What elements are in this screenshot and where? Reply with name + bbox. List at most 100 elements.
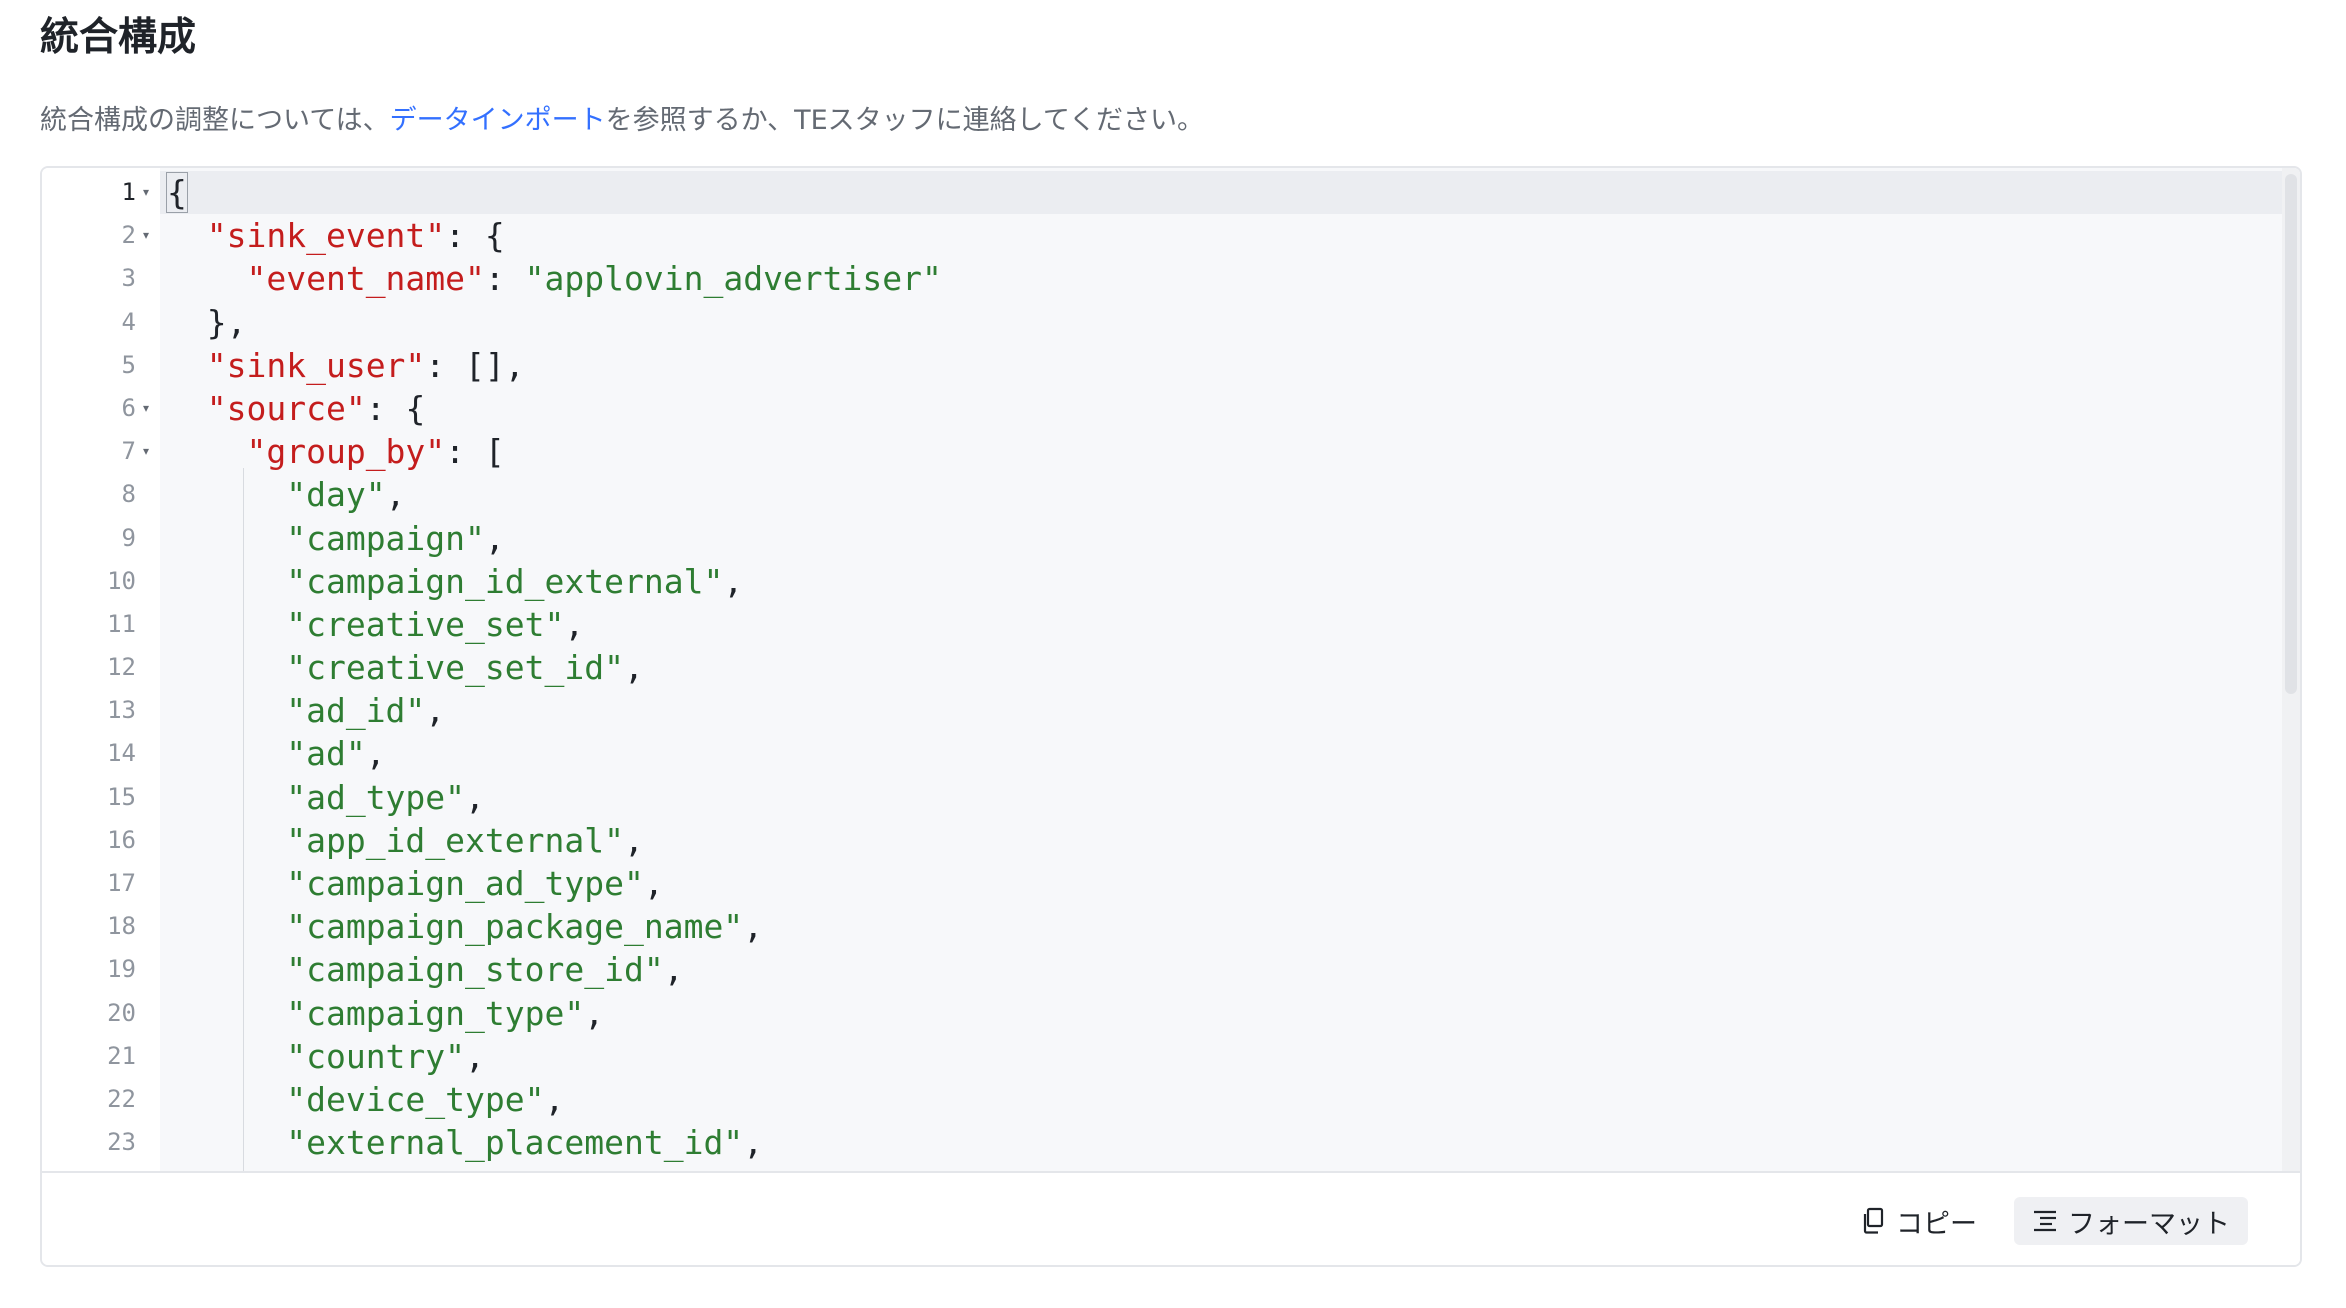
line-number: 12	[107, 653, 136, 682]
code-text: "sink_user": [],	[167, 344, 525, 387]
code-text: },	[167, 301, 247, 344]
json-string: "ad_type"	[286, 777, 466, 817]
scrollbar-thumb[interactable]	[2285, 174, 2297, 694]
line-number: 11	[107, 609, 136, 638]
code-text: "campaign_type",	[167, 992, 604, 1035]
fold-toggle-icon[interactable]: ▾	[139, 401, 153, 415]
json-string: "day"	[286, 475, 386, 515]
code-text: "day",	[167, 473, 405, 516]
code-text: "group_by": [	[167, 430, 505, 473]
line-number: 15	[107, 782, 136, 811]
code-line[interactable]: 11 "creative_set",	[42, 603, 2282, 646]
fold-toggle-icon[interactable]: ▾	[139, 228, 153, 242]
json-punctuation: ,	[564, 604, 585, 644]
json-punctuation: : [	[445, 432, 505, 472]
copy-button[interactable]: コピー	[1842, 1197, 1995, 1245]
json-string: "creative_set"	[286, 604, 565, 644]
code-text: "creative_set",	[167, 603, 584, 646]
code-text: "campaign_store_id",	[167, 948, 684, 991]
code-line[interactable]: 6 ▾ "source": {	[42, 387, 2282, 430]
json-punctuation: ,	[663, 950, 684, 990]
code-text: "country",	[167, 1035, 485, 1078]
line-number: 9	[121, 523, 136, 552]
code-text: "app_id_external",	[167, 819, 644, 862]
json-punctuation: ,	[643, 864, 664, 903]
json-string: "device_type"	[286, 1079, 545, 1119]
fold-toggle-icon[interactable]: ▾	[139, 444, 153, 458]
code-line[interactable]: 7 ▾ "group_by": [	[42, 430, 2282, 473]
code-line[interactable]: 4 },	[42, 301, 2282, 344]
json-punctuation: ,	[365, 734, 386, 774]
json-string: "campaign_id_external"	[286, 561, 724, 601]
line-number: 20	[107, 998, 136, 1027]
code-line[interactable]: 16 "app_id_external",	[42, 819, 2282, 862]
code-text: "campaign_id_external",	[167, 560, 743, 603]
format-button[interactable]: フォーマット	[2014, 1197, 2248, 1245]
code-line[interactable]: 22 "device_type",	[42, 1078, 2282, 1121]
json-string: "external_placement_id"	[286, 1123, 744, 1163]
json-key: "source"	[206, 388, 366, 428]
json-string: "ad_id"	[286, 691, 426, 731]
code-line[interactable]: 19 "campaign_store_id",	[42, 948, 2282, 991]
json-punctuation: ,	[723, 561, 744, 601]
json-punctuation: :	[484, 259, 525, 299]
code-line[interactable]: 5 "sink_user": [],	[42, 344, 2282, 387]
code-line[interactable]: 8 "day",	[42, 473, 2282, 516]
json-punctuation: : [],	[425, 345, 525, 385]
line-number: 16	[107, 825, 136, 854]
code-line[interactable]: 15 "ad_type",	[42, 776, 2282, 819]
json-key: "sink_event"	[206, 216, 446, 256]
code-line[interactable]: 21 "country",	[42, 1035, 2282, 1078]
code-line[interactable]: 12 "creative_set_id",	[42, 646, 2282, 689]
json-string: "campaign_ad_type"	[286, 864, 644, 903]
json-punctuation: ,	[544, 1079, 565, 1119]
json-punctuation: {	[166, 172, 188, 213]
json-key: "event_name"	[246, 259, 485, 299]
line-number: 2	[121, 221, 136, 250]
json-punctuation: ,	[623, 820, 644, 860]
line-number: 24	[42, 1164, 136, 1171]
code-text: "ad_type",	[167, 776, 485, 819]
code-line[interactable]: 13 "ad_id",	[42, 689, 2282, 732]
json-key: "group_by"	[246, 432, 446, 472]
line-number: 21	[107, 1041, 136, 1070]
line-number: 23	[107, 1128, 136, 1157]
code-line[interactable]: 3 "event_name": "applovin_advertiser"	[42, 257, 2282, 300]
copy-icon	[1860, 1207, 1886, 1235]
description-suffix: を参照するか、TEスタッフに連絡してください。	[605, 105, 1205, 136]
code-text: "source": {	[167, 387, 426, 430]
json-string: "ad"	[286, 734, 366, 774]
json-string: "creative_set_id"	[286, 648, 624, 688]
code-line[interactable]: 10 "campaign_id_external",	[42, 560, 2282, 603]
code-line[interactable]: 2 ▾ "sink_event": {	[42, 214, 2282, 257]
code-text: "sink_event": {	[167, 214, 505, 257]
line-number: 4	[121, 307, 136, 336]
code-line[interactable]: 24 "platform",	[42, 1164, 2282, 1171]
code-text: "ad",	[167, 732, 386, 775]
code-line[interactable]: 14 "ad",	[42, 732, 2282, 775]
code-line[interactable]: 1 ▾ {	[42, 171, 2282, 214]
code-line[interactable]: 17 "campaign_ad_type",	[42, 862, 2282, 905]
code-line[interactable]: 23 "external_placement_id",	[42, 1121, 2282, 1164]
json-punctuation: ,	[743, 907, 764, 947]
vertical-scrollbar[interactable]	[2282, 168, 2300, 1171]
json-string: "campaign_type"	[286, 993, 585, 1033]
code-line[interactable]: 18 "campaign_package_name",	[42, 905, 2282, 948]
data-import-link[interactable]: データインポート	[390, 105, 606, 136]
page-description: 統合構成の調整については、データインポートを参照するか、TEスタッフに連絡してく…	[40, 100, 1204, 142]
json-string: "app_id_external"	[286, 820, 624, 860]
code-line[interactable]: 9 "campaign",	[42, 517, 2282, 560]
code-text: "external_placement_id",	[167, 1121, 763, 1164]
json-punctuation: ,	[623, 648, 644, 688]
code-text: "campaign_ad_type",	[167, 862, 664, 905]
json-punctuation: },	[206, 302, 247, 342]
line-number: 17	[107, 869, 136, 897]
code-area[interactable]: 1 ▾{2 ▾ "sink_event": {3 "event_name": "ap…	[42, 168, 2300, 1171]
description-prefix: 統合構成の調整については、	[40, 105, 390, 136]
line-number: 13	[107, 696, 136, 725]
code-text: "device_type",	[167, 1078, 564, 1121]
code-line[interactable]: 20 "campaign_type",	[42, 992, 2282, 1035]
format-align-icon	[2032, 1208, 2058, 1234]
fold-toggle-icon[interactable]: ▾	[139, 185, 153, 199]
json-config-editor: 1 ▾{2 ▾ "sink_event": {3 "event_name": "ap…	[40, 166, 2302, 1267]
